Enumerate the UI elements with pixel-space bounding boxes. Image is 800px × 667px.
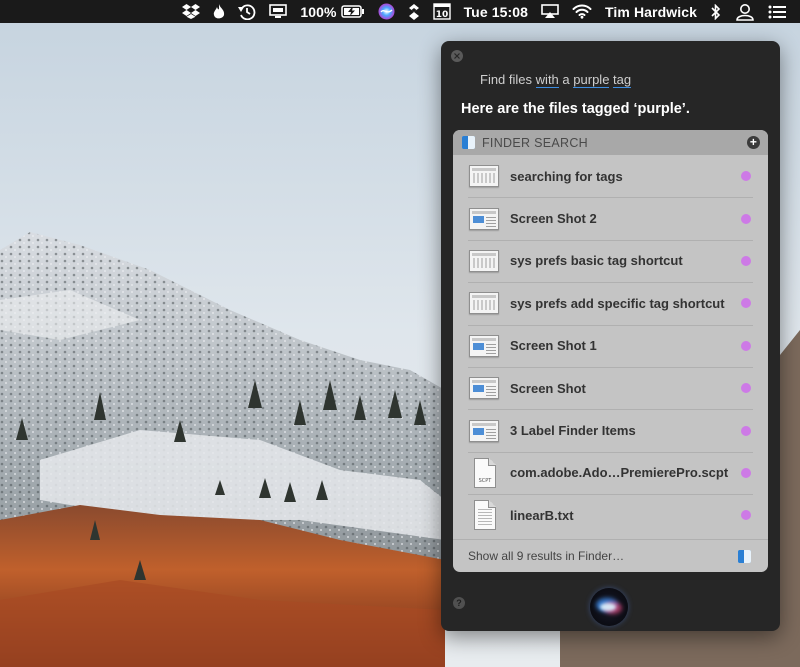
- siri-query[interactable]: Find files with a purple tag: [480, 72, 632, 88]
- screenshot-thumbnail-icon: [469, 334, 499, 357]
- battery-charging-icon: [340, 5, 364, 18]
- flame-icon[interactable]: [213, 0, 225, 23]
- siri-icon[interactable]: [378, 0, 395, 23]
- result-item[interactable]: linearB.txt: [453, 494, 768, 536]
- result-label: sys prefs add specific tag shortcut: [510, 295, 725, 311]
- result-item[interactable]: sys prefs add specific tag shortcut: [453, 282, 768, 324]
- plus-icon: +: [749, 135, 758, 149]
- screenshot-thumbnail-icon: [469, 292, 499, 315]
- dropbox-alt-icon[interactable]: [408, 0, 420, 23]
- result-label: linearB.txt: [510, 507, 574, 523]
- query-word: Find: [480, 72, 506, 87]
- result-label: Screen Shot: [510, 380, 586, 396]
- add-to-notification-center-button[interactable]: +: [747, 136, 760, 149]
- query-word: purple: [573, 72, 610, 88]
- result-item[interactable]: sys prefs basic tag shortcut: [453, 239, 768, 282]
- show-all-link[interactable]: Show all 9 results in Finder…: [468, 549, 624, 563]
- account-icon[interactable]: [735, 0, 755, 23]
- calendar-day: 10: [435, 10, 448, 20]
- bluetooth-icon[interactable]: [710, 0, 722, 23]
- siri-listen-button[interactable]: [590, 588, 628, 626]
- card-header[interactable]: FINDER SEARCH +: [453, 130, 768, 155]
- script-document-icon: SCPT: [474, 457, 496, 488]
- result-label: sys prefs basic tag shortcut: [510, 253, 683, 269]
- purple-tag-icon: [741, 467, 751, 478]
- query-word: files: [508, 72, 533, 87]
- siri-panel: Find files with a purple tag Here are th…: [441, 41, 780, 631]
- purple-tag-icon: [741, 425, 751, 436]
- result-label: com.adobe.Ado…PremierePro.scpt: [510, 465, 729, 481]
- battery-percent: 100%: [300, 3, 337, 20]
- close-icon: [454, 53, 460, 59]
- show-all-results-row[interactable]: Show all 9 results in Finder…: [453, 539, 768, 572]
- display-mirroring-icon[interactable]: [269, 0, 288, 23]
- purple-tag-icon: [741, 510, 751, 521]
- result-list: searching for tags Screen Shot 2 sys pre…: [453, 155, 768, 537]
- result-label: 3 Label Finder Items: [510, 423, 636, 439]
- screenshot-thumbnail-icon: [469, 207, 499, 230]
- query-word: tag: [613, 72, 632, 88]
- wifi-icon[interactable]: [572, 0, 592, 23]
- clock-text: Tue 15:08: [463, 3, 529, 20]
- help-button[interactable]: ?: [453, 597, 465, 609]
- clock[interactable]: Tue 15:08: [464, 0, 528, 23]
- result-item[interactable]: Screen Shot 1: [453, 324, 768, 367]
- purple-tag-icon: [741, 213, 751, 224]
- question-icon: ?: [456, 598, 462, 608]
- script-icon-text: SCPT: [478, 477, 492, 484]
- result-label: Screen Shot 2: [510, 211, 597, 227]
- user-name: Tim Hardwick: [605, 3, 697, 20]
- purple-tag-icon: [741, 383, 751, 394]
- result-item[interactable]: Screen Shot: [453, 366, 768, 409]
- query-word: a: [562, 72, 570, 87]
- purple-tag-icon: [741, 298, 751, 309]
- finder-icon: [462, 136, 475, 149]
- notification-center-icon[interactable]: [768, 0, 786, 23]
- close-button[interactable]: [451, 50, 463, 62]
- result-item[interactable]: SCPT com.adobe.Ado…PremierePro.scpt: [453, 451, 768, 494]
- result-item[interactable]: searching for tags: [453, 155, 768, 197]
- purple-tag-icon: [741, 255, 751, 266]
- siri-response: Here are the files tagged ‘purple’.: [461, 101, 690, 117]
- card-title: FINDER SEARCH: [482, 135, 588, 150]
- time-machine-icon[interactable]: [238, 0, 256, 23]
- purple-tag-icon: [741, 171, 751, 182]
- finder-search-card: FINDER SEARCH + searching for tags Scree…: [453, 130, 768, 572]
- result-item[interactable]: Screen Shot 2: [453, 197, 768, 239]
- finder-icon: [738, 550, 751, 563]
- screenshot-thumbnail-icon: [469, 419, 499, 442]
- airplay-icon[interactable]: [541, 0, 559, 23]
- user-menu[interactable]: Tim Hardwick: [605, 0, 697, 23]
- dropbox-icon[interactable]: [182, 0, 201, 23]
- battery-status[interactable]: 100%: [300, 0, 364, 23]
- purple-tag-icon: [741, 340, 751, 351]
- screenshot-thumbnail-icon: [469, 377, 499, 400]
- result-label: Screen Shot 1: [510, 338, 597, 354]
- calendar-icon[interactable]: 10: [432, 0, 451, 23]
- screenshot-thumbnail-icon: [469, 165, 499, 188]
- screenshot-thumbnail-icon: [469, 249, 499, 272]
- query-word: with: [535, 72, 559, 88]
- result-label: searching for tags: [510, 168, 623, 184]
- text-document-icon: [474, 500, 496, 531]
- menu-bar: 100% 10 Tue 15:08 Tim Hardwick: [0, 0, 800, 23]
- result-item[interactable]: 3 Label Finder Items: [453, 409, 768, 451]
